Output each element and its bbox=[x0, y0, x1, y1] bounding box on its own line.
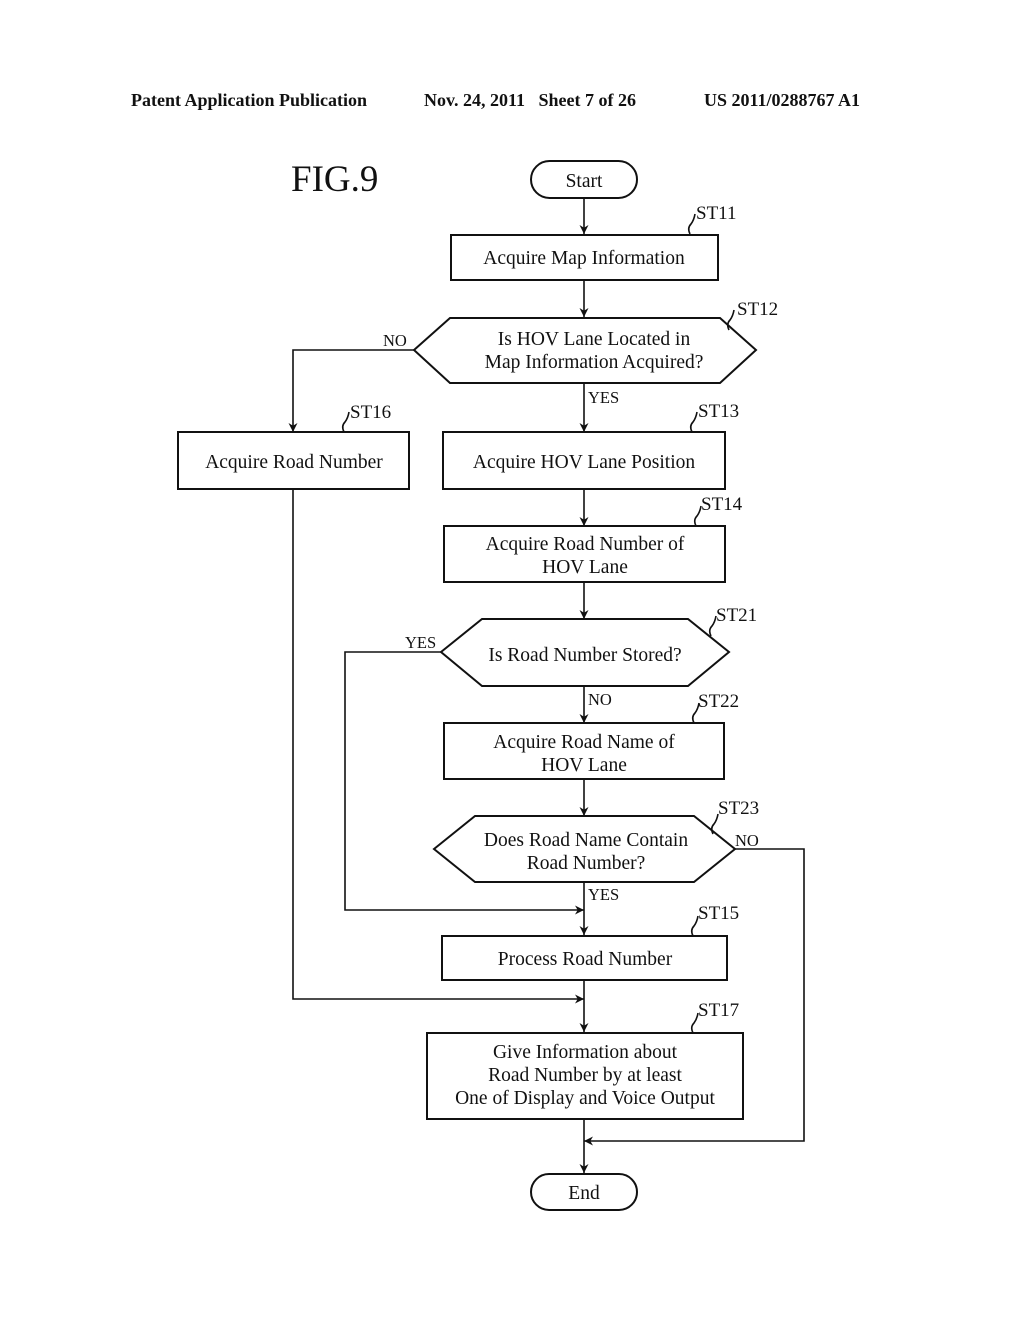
branch-label-st12-yes: YES bbox=[588, 388, 619, 407]
branch-label-st21-no: NO bbox=[588, 690, 612, 709]
step-id-st15: ST15 bbox=[698, 903, 739, 924]
step-id-st14: ST14 bbox=[701, 494, 743, 515]
step-id-st13: ST13 bbox=[698, 401, 739, 422]
node-st15-text: Process Road Number bbox=[498, 949, 673, 970]
node-start-text: Start bbox=[566, 171, 603, 192]
step-id-leader bbox=[341, 411, 350, 433]
node-start: Start bbox=[530, 160, 638, 199]
node-st23-text-line1: Does Road Name Contain bbox=[484, 830, 688, 851]
node-st12-text-line1: Is HOV Lane Located in bbox=[498, 329, 691, 350]
step-id-st12: ST12 bbox=[737, 299, 778, 320]
step-id-leader bbox=[687, 213, 696, 235]
branch-label-st21-yes: YES bbox=[405, 633, 436, 652]
branch-label-st12-no: NO bbox=[383, 331, 407, 350]
step-id-st23: ST23 bbox=[718, 798, 759, 819]
step-id-st17: ST17 bbox=[698, 1000, 739, 1021]
step-id-leader bbox=[689, 411, 698, 433]
node-st21-text: Is Road Number Stored? bbox=[488, 645, 681, 666]
node-st22-text-line1: Acquire Road Name of bbox=[493, 732, 675, 753]
node-st16-text: Acquire Road Number bbox=[205, 452, 383, 473]
node-st11: Acquire Map Information ST11 bbox=[450, 203, 736, 281]
node-st13: Acquire HOV Lane Position ST13 bbox=[442, 401, 739, 490]
step-id-st21: ST21 bbox=[716, 605, 757, 626]
node-st14-text-line1: Acquire Road Number of bbox=[486, 534, 685, 555]
node-st23: Does Road Name Contain Road Number? ST23… bbox=[432, 798, 759, 904]
branch-label-st23-no: NO bbox=[735, 831, 759, 850]
node-st22-text-line2: HOV Lane bbox=[541, 755, 627, 776]
node-end: End bbox=[530, 1173, 638, 1211]
node-st17-text-line2: Road Number by at least bbox=[488, 1065, 682, 1086]
step-id-st22: ST22 bbox=[698, 691, 739, 712]
node-st12-text-line2: Map Information Acquired? bbox=[485, 352, 704, 373]
node-st13-text: Acquire HOV Lane Position bbox=[473, 452, 695, 473]
node-st14: Acquire Road Number of HOV Lane ST14 bbox=[443, 494, 743, 583]
node-st23-text-line2: Road Number? bbox=[527, 853, 646, 874]
node-st12: Is HOV Lane Located in Map Information A… bbox=[383, 299, 778, 407]
node-st14-text-line2: HOV Lane bbox=[542, 557, 628, 578]
node-st15: Process Road Number ST15 bbox=[441, 903, 739, 981]
node-st11-text: Acquire Map Information bbox=[483, 248, 685, 269]
step-id-st11: ST11 bbox=[696, 203, 736, 224]
node-st17-text-line1: Give Information about bbox=[493, 1042, 678, 1063]
flowchart: Start Acquire Map Information ST11 Is HO… bbox=[177, 160, 805, 1211]
node-st17: Give Information about Road Number by at… bbox=[426, 1000, 744, 1120]
branch-label-st23-yes: YES bbox=[588, 885, 619, 904]
node-st17-text-line3: One of Display and Voice Output bbox=[455, 1088, 715, 1109]
step-id-st16: ST16 bbox=[350, 402, 391, 423]
node-end-text: End bbox=[568, 1183, 600, 1204]
